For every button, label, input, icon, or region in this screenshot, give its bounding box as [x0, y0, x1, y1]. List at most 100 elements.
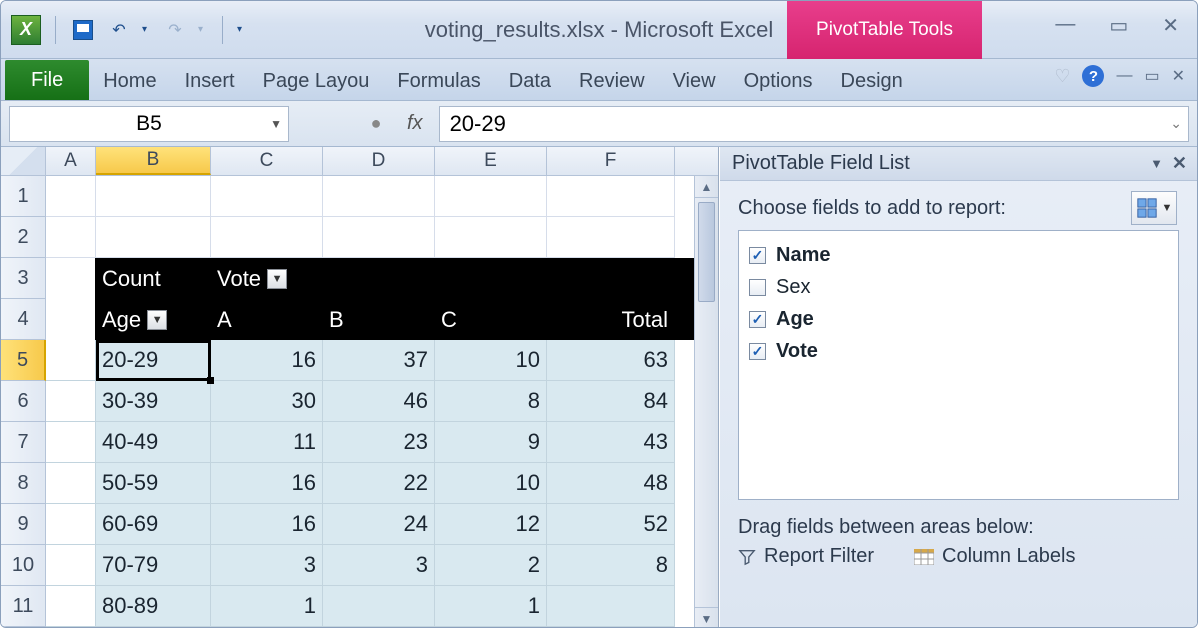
- pivot-value-cell[interactable]: 1: [211, 586, 323, 627]
- undo-button[interactable]: ↶: [106, 17, 132, 43]
- pivot-total-cell[interactable]: 63: [547, 340, 675, 381]
- scroll-thumb[interactable]: [698, 202, 715, 302]
- save-button[interactable]: [70, 17, 96, 43]
- pivot-value-cell[interactable]: 8: [435, 381, 547, 422]
- row-header-5[interactable]: 5: [1, 340, 46, 381]
- tab-view[interactable]: View: [659, 62, 730, 100]
- pivot-total-cell[interactable]: 84: [547, 381, 675, 422]
- name-box-dropdown-icon[interactable]: ▼: [270, 117, 282, 131]
- minimize-button[interactable]: ―: [1055, 13, 1075, 38]
- column-labels-area[interactable]: Column Labels: [914, 545, 1075, 568]
- pivot-age-cell[interactable]: 30-39: [96, 381, 211, 422]
- pivot-age-cell[interactable]: 80-89: [96, 586, 211, 627]
- col-header-C[interactable]: C: [211, 147, 323, 175]
- pane-close-icon[interactable]: ✕: [1172, 153, 1187, 174]
- pivot-value-cell[interactable]: 11: [211, 422, 323, 463]
- age-filter-button[interactable]: ▼: [147, 310, 167, 330]
- redo-dropdown[interactable]: ▾: [198, 24, 208, 35]
- tab-home[interactable]: Home: [89, 62, 170, 100]
- pane-dropdown-icon[interactable]: ▼: [1150, 156, 1163, 171]
- field-checkbox[interactable]: [749, 343, 766, 360]
- pivot-value-cell[interactable]: 16: [211, 504, 323, 545]
- pivot-value-cell[interactable]: 3: [323, 545, 435, 586]
- tab-file[interactable]: File: [5, 60, 89, 100]
- fx-icon[interactable]: fx: [397, 112, 433, 135]
- pivot-value-cell[interactable]: 10: [435, 340, 547, 381]
- pivot-total-cell[interactable]: 43: [547, 422, 675, 463]
- pivot-value-cell[interactable]: 22: [323, 463, 435, 504]
- row-header-8[interactable]: 8: [1, 463, 46, 504]
- pivot-age-cell[interactable]: 50-59: [96, 463, 211, 504]
- col-header-B[interactable]: B: [96, 147, 211, 175]
- field-checkbox[interactable]: [749, 311, 766, 328]
- pivot-value-cell[interactable]: [323, 586, 435, 627]
- doc-restore-button[interactable]: ▭: [1144, 66, 1159, 86]
- doc-minimize-button[interactable]: ―: [1116, 67, 1132, 85]
- scroll-up-icon[interactable]: ▲: [695, 176, 718, 198]
- field-item[interactable]: Vote: [749, 335, 1168, 367]
- pivot-value-cell[interactable]: 10: [435, 463, 547, 504]
- pivot-total-cell[interactable]: 52: [547, 504, 675, 545]
- pivot-age-cell[interactable]: 20-29: [96, 340, 211, 381]
- cells[interactable]: Count Vote▼ Age▼ A B C Total 20-29163: [46, 176, 718, 628]
- pivot-age-cell[interactable]: 40-49: [96, 422, 211, 463]
- field-item[interactable]: Age: [749, 303, 1168, 335]
- pivot-value-cell[interactable]: 16: [211, 463, 323, 504]
- pivot-value-cell[interactable]: 2: [435, 545, 547, 586]
- redo-button[interactable]: ↷: [162, 17, 188, 43]
- pivot-value-cell[interactable]: 24: [323, 504, 435, 545]
- qat-customize[interactable]: ▾: [237, 24, 247, 35]
- col-header-E[interactable]: E: [435, 147, 547, 175]
- field-item[interactable]: Name: [749, 239, 1168, 271]
- row-header-7[interactable]: 7: [1, 422, 46, 463]
- tab-review[interactable]: Review: [565, 62, 659, 100]
- tab-page-layout[interactable]: Page Layou: [249, 62, 384, 100]
- row-header-11[interactable]: 11: [1, 586, 46, 627]
- pivot-value-cell[interactable]: 37: [323, 340, 435, 381]
- pivot-total-cell[interactable]: 48: [547, 463, 675, 504]
- row-header-3[interactable]: 3: [1, 258, 46, 299]
- tab-insert[interactable]: Insert: [171, 62, 249, 100]
- col-header-F[interactable]: F: [547, 147, 675, 175]
- row-header-10[interactable]: 10: [1, 545, 46, 586]
- field-item[interactable]: Sex: [749, 271, 1168, 303]
- scroll-down-icon[interactable]: ▼: [695, 607, 718, 628]
- tab-data[interactable]: Data: [495, 62, 565, 100]
- pivot-value-cell[interactable]: 9: [435, 422, 547, 463]
- selection-handle[interactable]: [207, 377, 214, 384]
- select-all-corner[interactable]: [1, 147, 46, 175]
- col-header-D[interactable]: D: [323, 147, 435, 175]
- pivot-value-cell[interactable]: 3: [211, 545, 323, 586]
- maximize-button[interactable]: ▭: [1109, 13, 1128, 38]
- layout-options-button[interactable]: ▼: [1131, 191, 1177, 225]
- name-box[interactable]: B5 ▼: [9, 106, 289, 142]
- formula-input[interactable]: 20-29 ⌄: [439, 106, 1189, 142]
- pivot-value-cell[interactable]: 16: [211, 340, 323, 381]
- formula-expand-icon[interactable]: ⌄: [1170, 115, 1182, 132]
- ribbon-minimize-icon[interactable]: ♡: [1054, 66, 1070, 87]
- pivot-value-cell[interactable]: 30: [211, 381, 323, 422]
- close-button[interactable]: ✕: [1162, 13, 1179, 38]
- undo-dropdown[interactable]: ▾: [142, 24, 152, 35]
- pivot-age-cell[interactable]: 60-69: [96, 504, 211, 545]
- field-checkbox[interactable]: [749, 247, 766, 264]
- row-header-4[interactable]: 4: [1, 299, 46, 340]
- row-header-6[interactable]: 6: [1, 381, 46, 422]
- excel-icon[interactable]: X: [11, 15, 41, 45]
- vote-filter-button[interactable]: ▼: [267, 269, 287, 289]
- field-checkbox[interactable]: [749, 279, 766, 296]
- col-header-A[interactable]: A: [46, 147, 96, 175]
- tab-formulas[interactable]: Formulas: [383, 62, 494, 100]
- pivot-age-cell[interactable]: 70-79: [96, 545, 211, 586]
- row-header-1[interactable]: 1: [1, 176, 46, 217]
- pivot-value-cell[interactable]: 46: [323, 381, 435, 422]
- pivot-total-cell[interactable]: 8: [547, 545, 675, 586]
- help-icon[interactable]: ?: [1082, 65, 1104, 87]
- report-filter-area[interactable]: Report Filter: [738, 545, 874, 568]
- vertical-scrollbar[interactable]: ▲ ▼: [694, 176, 718, 628]
- pivot-value-cell[interactable]: 23: [323, 422, 435, 463]
- pivot-value-cell[interactable]: 1: [435, 586, 547, 627]
- tab-design[interactable]: Design: [827, 62, 917, 100]
- doc-close-button[interactable]: ✕: [1172, 66, 1185, 86]
- row-header-2[interactable]: 2: [1, 217, 46, 258]
